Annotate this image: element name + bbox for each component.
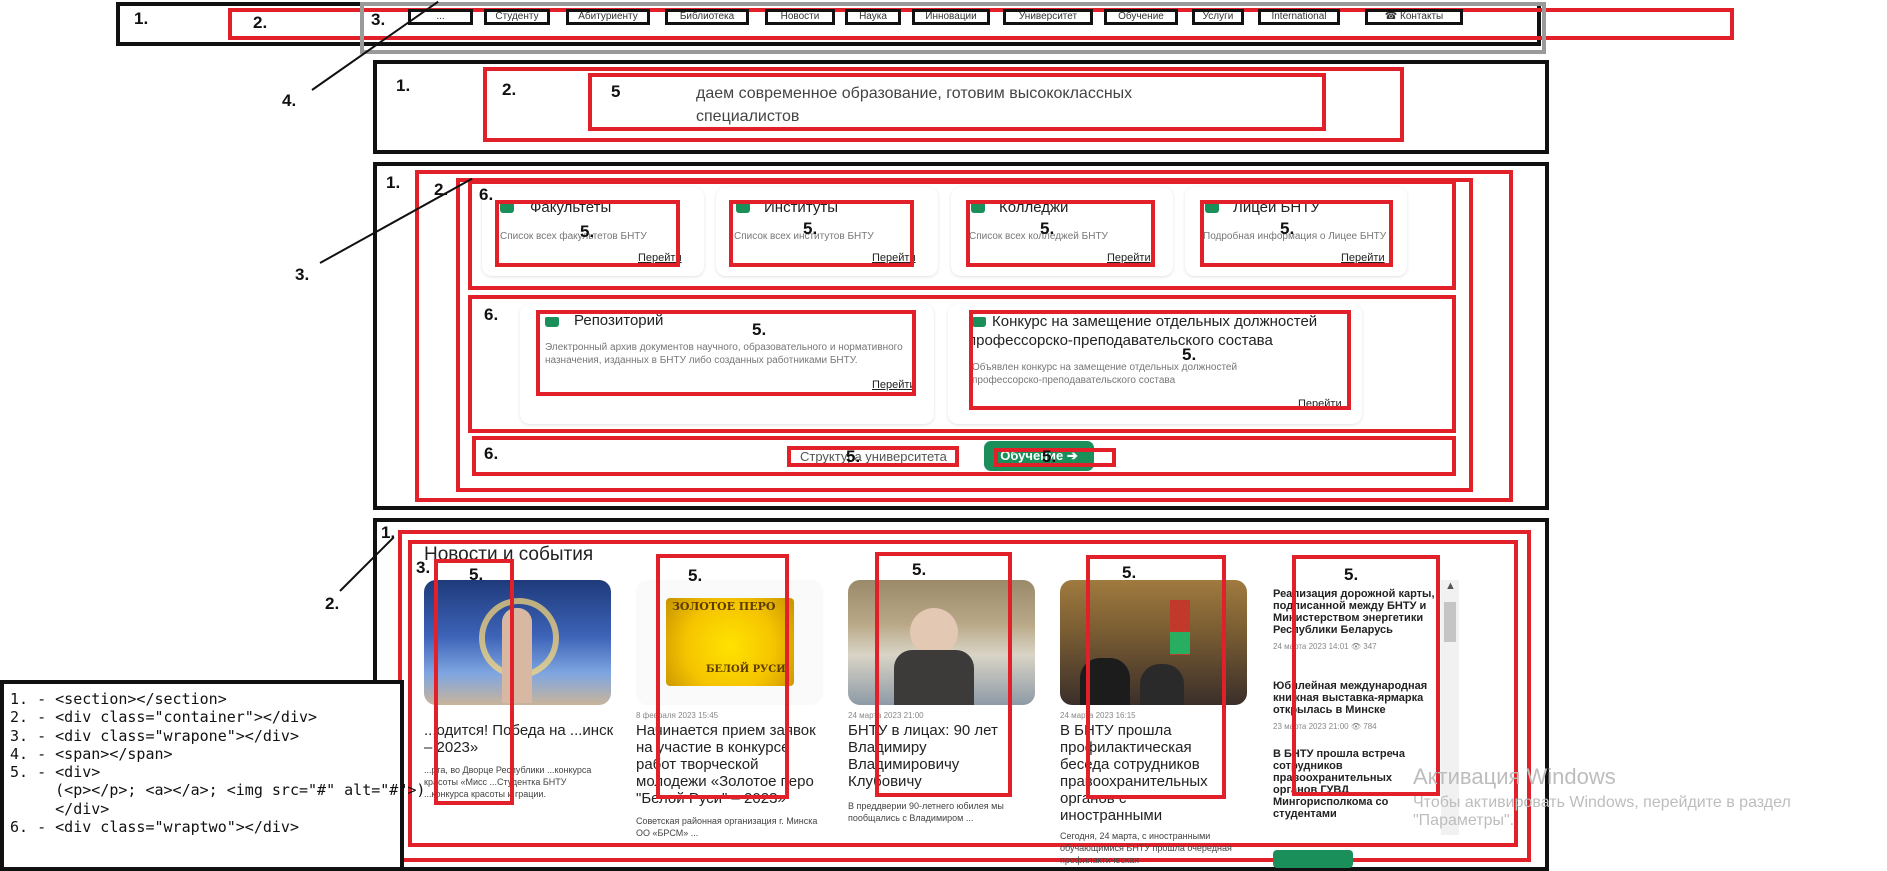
annotation-number: 5.	[846, 447, 861, 466]
annotation-number: 5.	[688, 566, 703, 585]
nav-item-international[interactable]: International	[1258, 9, 1340, 25]
news-item-box	[434, 559, 514, 805]
legend-line: </div>	[10, 799, 110, 818]
legend-line: 1. - <section></section>	[10, 690, 227, 708]
nav-item-services[interactable]: Услуги	[1192, 9, 1244, 25]
windows-activation-title: Активация Windows	[1413, 764, 1616, 789]
annotation-number: 5.	[1040, 219, 1055, 238]
news-item-box	[1086, 555, 1226, 799]
card-inner-box	[536, 310, 916, 396]
nav-item-education[interactable]: Обучение	[1104, 9, 1178, 25]
news-text: Советская районная организация г. Минска…	[636, 816, 818, 838]
annotation-number: 5.	[803, 219, 818, 238]
annotation-number: 1.	[134, 9, 149, 28]
nav-item-university[interactable]: Университет	[1003, 9, 1093, 25]
annotation-number: 5.	[1042, 447, 1057, 466]
nav-item-innovations[interactable]: Инновации	[912, 9, 990, 25]
chevron-up-icon[interactable]: ▲	[1445, 580, 1456, 592]
nav-item-science[interactable]: Наука	[845, 9, 901, 25]
card-inner-box	[729, 200, 914, 267]
windows-activation-text: Чтобы активировать Windows, перейдите в …	[1413, 794, 1791, 829]
card-inner-box	[1200, 200, 1393, 267]
annotation-number: 5.	[912, 560, 927, 579]
nav-item-library[interactable]: Библиотека	[665, 9, 749, 25]
nav-item-news[interactable]: Новости	[765, 9, 835, 25]
news-item-box	[1292, 555, 1440, 796]
annotation-number: 3.	[416, 558, 431, 577]
annotation-number: 6.	[479, 185, 494, 204]
annotation-number: 2.	[325, 594, 340, 613]
annotation-number: 5.	[1344, 565, 1359, 584]
structure-link-box	[787, 446, 959, 467]
news-item-box	[875, 552, 1012, 797]
annotation-number: 2.	[253, 13, 268, 32]
legend-line: 6. - <div class="wraptwo"></div>	[10, 818, 299, 837]
annotation-number: 1.	[386, 173, 401, 192]
nav-item-contacts[interactable]: ☎ Контакты	[1365, 9, 1463, 25]
legend-line: 5. - <div>	[10, 763, 101, 782]
cards-row3-wraptwo-box	[472, 436, 1456, 476]
phone-icon: ☎	[1384, 11, 1401, 22]
card-inner-box	[966, 200, 1155, 267]
nav-item-student[interactable]: Студенту	[484, 9, 550, 25]
legend-line: 4. - <span></span>	[10, 744, 173, 763]
legend-line: (<p></p>; <a></a>; <img src="#" alt="#">…	[10, 781, 426, 800]
annotation-number: 1.	[396, 76, 411, 95]
legend-box: 1. - <section></section> 2. - <div class=…	[0, 680, 426, 871]
annotation-number: 6.	[484, 305, 499, 324]
annotation-number: 2.	[502, 80, 517, 99]
hero-text: даем современное образование, готовим вы…	[696, 85, 1133, 125]
legend-line: 3. - <div class="wrapone"></div>	[10, 726, 299, 745]
news-text: Сегодня, 24 марта, с иностранными обучаю…	[1060, 831, 1232, 865]
news-text: В преддверии 90-летнего юбилея мы пообща…	[848, 801, 1004, 823]
news-side-button[interactable]	[1273, 850, 1353, 868]
nav-item-applicant[interactable]: Абитуриенту	[566, 9, 650, 25]
annotation-number: 5	[611, 82, 621, 101]
legend-line: 2. - <div class="container"></div>	[10, 708, 318, 727]
card-inner-box	[969, 310, 1351, 410]
annotation-number: 5.	[469, 565, 484, 584]
annotation-number: 3.	[371, 10, 386, 29]
annotation-number: 5.	[1280, 219, 1295, 238]
annotation-number: 4.	[282, 91, 297, 110]
annotation-number: 5.	[1182, 345, 1197, 364]
scrollbar-thumb[interactable]	[1444, 602, 1456, 642]
annotation-number: 5.	[580, 222, 595, 241]
annotation-number: 5.	[752, 320, 767, 339]
annotation-number: 3.	[295, 265, 310, 284]
news-item-box	[656, 554, 789, 799]
annotation-number: 6.	[484, 444, 499, 463]
annotation-number: 5.	[1122, 563, 1137, 582]
